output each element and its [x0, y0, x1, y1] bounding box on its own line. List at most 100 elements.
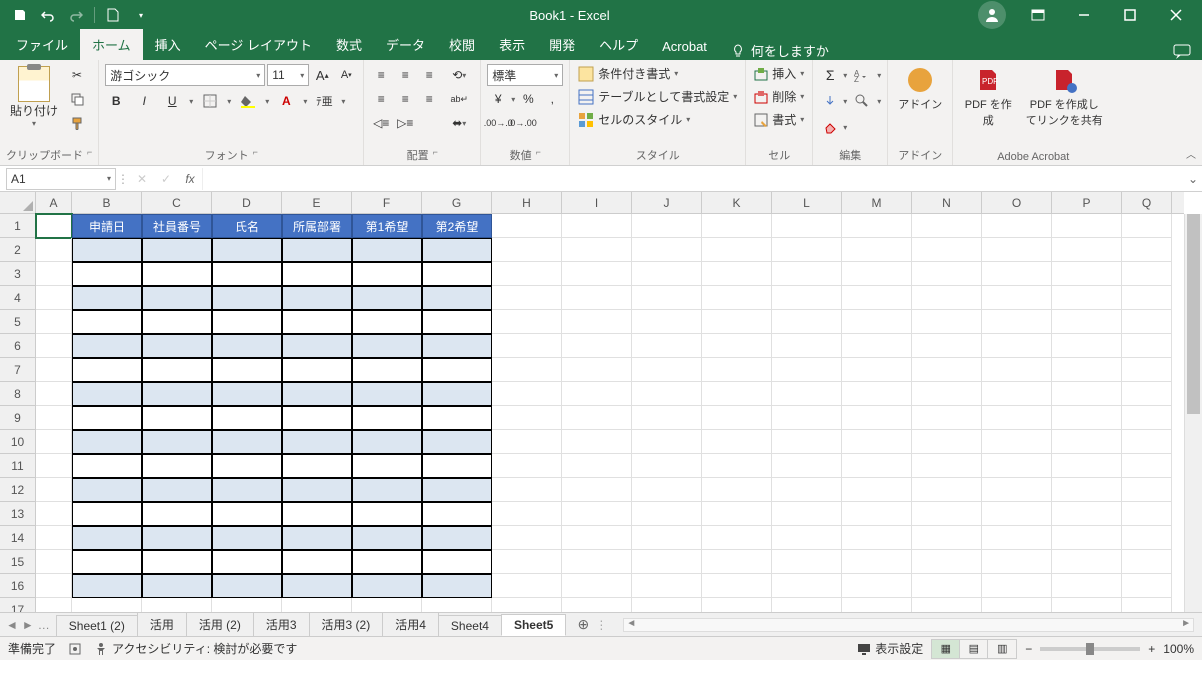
cell-G6[interactable]: [422, 334, 492, 358]
cell-I7[interactable]: [562, 358, 632, 382]
cell-J12[interactable]: [632, 478, 702, 502]
col-header-I[interactable]: I: [562, 192, 632, 213]
cell-I9[interactable]: [562, 406, 632, 430]
collapse-ribbon-icon[interactable]: ︿: [1186, 146, 1196, 161]
cell-K4[interactable]: [702, 286, 772, 310]
cell-J3[interactable]: [632, 262, 702, 286]
cell-B9[interactable]: [72, 406, 142, 430]
col-header-C[interactable]: C: [142, 192, 212, 213]
cell-D5[interactable]: [212, 310, 282, 334]
cell-H6[interactable]: [492, 334, 562, 358]
cell-D10[interactable]: [212, 430, 282, 454]
comma-icon[interactable]: ,: [541, 88, 563, 110]
cell-A5[interactable]: [36, 310, 72, 334]
cell-H11[interactable]: [492, 454, 562, 478]
cell-M13[interactable]: [842, 502, 912, 526]
cell-F8[interactable]: [352, 382, 422, 406]
cell-C12[interactable]: [142, 478, 212, 502]
cell-K12[interactable]: [702, 478, 772, 502]
increase-indent-icon[interactable]: ▷≡: [394, 112, 416, 134]
cell-A8[interactable]: [36, 382, 72, 406]
sheet-tab-活用 (2)[interactable]: 活用 (2): [186, 612, 254, 636]
cell-M3[interactable]: [842, 262, 912, 286]
cell-K3[interactable]: [702, 262, 772, 286]
cell-C8[interactable]: [142, 382, 212, 406]
cell-C15[interactable]: [142, 550, 212, 574]
phonetic-icon[interactable]: ﾃ亜: [313, 90, 335, 112]
cell-O17[interactable]: [982, 598, 1052, 612]
cell-C16[interactable]: [142, 574, 212, 598]
conditional-formatting-button[interactable]: 条件付き書式 ▾: [576, 64, 680, 83]
zoom-slider[interactable]: [1040, 647, 1140, 651]
cell-Q13[interactable]: [1122, 502, 1172, 526]
cell-F7[interactable]: [352, 358, 422, 382]
share-pdf-button[interactable]: PDF を作成してリンクを共有: [1021, 64, 1107, 130]
cell-M1[interactable]: [842, 214, 912, 238]
cell-F5[interactable]: [352, 310, 422, 334]
percent-icon[interactable]: %: [517, 88, 539, 110]
cell-L4[interactable]: [772, 286, 842, 310]
cell-B6[interactable]: [72, 334, 142, 358]
cell-O5[interactable]: [982, 310, 1052, 334]
cell-F10[interactable]: [352, 430, 422, 454]
cell-N13[interactable]: [912, 502, 982, 526]
cell-L7[interactable]: [772, 358, 842, 382]
cell-D15[interactable]: [212, 550, 282, 574]
cell-H13[interactable]: [492, 502, 562, 526]
redo-icon[interactable]: [64, 3, 88, 27]
cell-G7[interactable]: [422, 358, 492, 382]
col-header-O[interactable]: O: [982, 192, 1052, 213]
cell-E15[interactable]: [282, 550, 352, 574]
tell-me[interactable]: 何をしますか: [719, 41, 841, 60]
cell-M16[interactable]: [842, 574, 912, 598]
cell-Q6[interactable]: [1122, 334, 1172, 358]
decrease-indent-icon[interactable]: ◁≡: [370, 112, 392, 134]
cell-N12[interactable]: [912, 478, 982, 502]
cell-P5[interactable]: [1052, 310, 1122, 334]
cell-D7[interactable]: [212, 358, 282, 382]
cell-I10[interactable]: [562, 430, 632, 454]
row-header-8[interactable]: 8: [0, 382, 35, 406]
cell-E10[interactable]: [282, 430, 352, 454]
cell-P11[interactable]: [1052, 454, 1122, 478]
tab-ファイル[interactable]: ファイル: [4, 29, 80, 60]
cell-A4[interactable]: [36, 286, 72, 310]
cell-L3[interactable]: [772, 262, 842, 286]
cell-P7[interactable]: [1052, 358, 1122, 382]
font-name-combo[interactable]: 游ゴシック▾: [105, 64, 265, 86]
cell-B2[interactable]: [72, 238, 142, 262]
fx-icon[interactable]: fx: [178, 172, 202, 186]
name-box[interactable]: A1▾: [6, 168, 116, 190]
zoom-in-icon[interactable]: +: [1148, 642, 1155, 656]
cell-L8[interactable]: [772, 382, 842, 406]
cell-F9[interactable]: [352, 406, 422, 430]
cell-I13[interactable]: [562, 502, 632, 526]
row-header-4[interactable]: 4: [0, 286, 35, 310]
align-left-icon[interactable]: ≡: [370, 88, 392, 110]
cell-F14[interactable]: [352, 526, 422, 550]
cell-N14[interactable]: [912, 526, 982, 550]
cell-M15[interactable]: [842, 550, 912, 574]
cell-A11[interactable]: [36, 454, 72, 478]
cell-L12[interactable]: [772, 478, 842, 502]
cell-F15[interactable]: [352, 550, 422, 574]
number-launcher[interactable]: ⌐: [536, 147, 541, 163]
cell-G12[interactable]: [422, 478, 492, 502]
accessibility-status[interactable]: アクセシビリティ: 検討が必要です: [94, 640, 297, 657]
cell-L17[interactable]: [772, 598, 842, 612]
cell-J7[interactable]: [632, 358, 702, 382]
cell-A15[interactable]: [36, 550, 72, 574]
cell-I1[interactable]: [562, 214, 632, 238]
cell-A10[interactable]: [36, 430, 72, 454]
undo-icon[interactable]: [36, 3, 60, 27]
cell-O6[interactable]: [982, 334, 1052, 358]
cell-I17[interactable]: [562, 598, 632, 612]
cell-L6[interactable]: [772, 334, 842, 358]
cell-D2[interactable]: [212, 238, 282, 262]
align-top-icon[interactable]: ≡: [370, 64, 392, 86]
row-header-3[interactable]: 3: [0, 262, 35, 286]
cell-B15[interactable]: [72, 550, 142, 574]
cell-M12[interactable]: [842, 478, 912, 502]
cell-D8[interactable]: [212, 382, 282, 406]
cell-B11[interactable]: [72, 454, 142, 478]
